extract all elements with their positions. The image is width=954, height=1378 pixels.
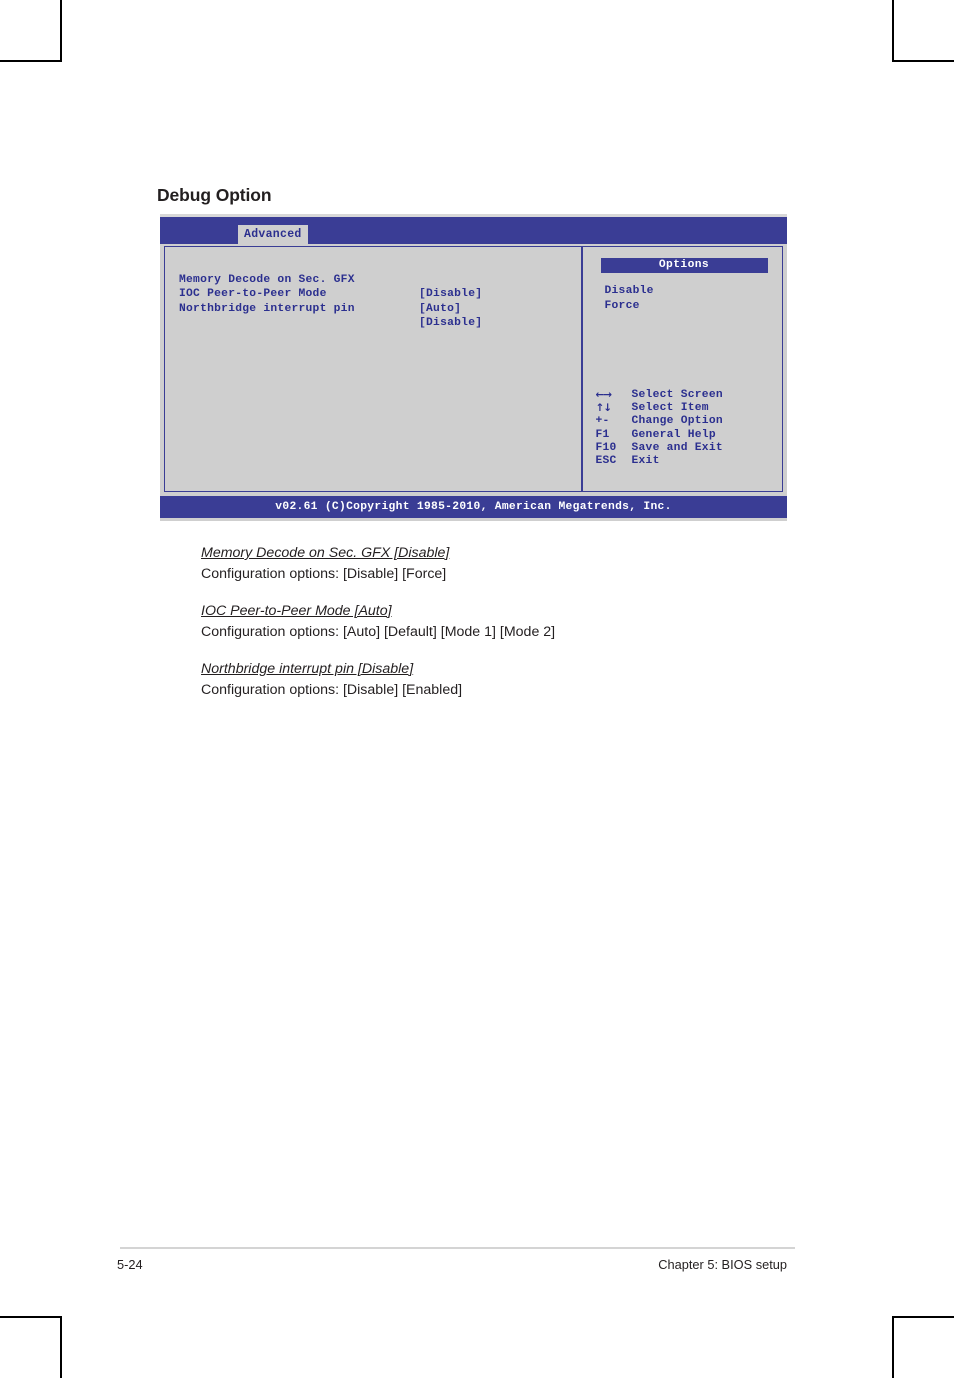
setting-value-northbridge-interrupt-pin[interactable]: [Disable] bbox=[419, 316, 482, 331]
chapter-label: Chapter 5: BIOS setup bbox=[658, 1257, 787, 1272]
document-page: Debug Option Advanced Memory Decode on S… bbox=[0, 0, 954, 1378]
bios-tab-advanced[interactable]: Advanced bbox=[238, 225, 308, 244]
bios-setting-row[interactable]: IOC Peer-to-Peer Mode [Auto] bbox=[179, 273, 569, 315]
bios-settings-pane: Memory Decode on Sec. GFX [Disable] IOC … bbox=[165, 247, 581, 491]
key-hint-label: Select Item bbox=[631, 402, 709, 415]
key-hint-label: Exit bbox=[631, 454, 660, 467]
page-section-heading: Debug Option bbox=[157, 185, 272, 205]
bios-setting-row[interactable]: Northbridge interrupt pin [Disable] bbox=[179, 287, 569, 330]
description-block-ioc-peer-to-peer-mode: IOC Peer-to-Peer Mode [Auto] Configurati… bbox=[201, 601, 761, 643]
setting-value-ioc-peer-to-peer-mode[interactable]: [Auto] bbox=[419, 302, 461, 317]
description-block-memory-decode-sec-gfx: Memory Decode on Sec. GFX [Disable] Conf… bbox=[201, 543, 761, 585]
f1-key-icon: F1 bbox=[595, 428, 610, 441]
f10-key-icon: F10 bbox=[595, 441, 617, 454]
key-hint-label: Save and Exit bbox=[631, 441, 723, 454]
plus-minus-key-icon: +- bbox=[595, 415, 610, 428]
bios-copyright-bar: v02.61 (C)Copyright 1985-2010, American … bbox=[160, 496, 787, 518]
option-item-disable[interactable]: Disable bbox=[605, 284, 654, 299]
option-descriptions: Memory Decode on Sec. GFX [Disable] Conf… bbox=[201, 543, 761, 717]
setting-label-northbridge-interrupt-pin: Northbridge interrupt pin bbox=[179, 302, 355, 315]
bios-settings-list: Memory Decode on Sec. GFX [Disable] IOC … bbox=[179, 258, 569, 330]
key-hint-label: General Help bbox=[631, 428, 716, 441]
description-body: Configuration options: [Disable] [Force] bbox=[201, 566, 447, 582]
page-number: 5-24 bbox=[117, 1257, 143, 1272]
esc-key-icon: ESC bbox=[595, 454, 617, 467]
description-title: Memory Decode on Sec. GFX [Disable] bbox=[201, 545, 450, 561]
options-list: Disable Force bbox=[605, 284, 654, 313]
bios-setting-row[interactable]: Memory Decode on Sec. GFX [Disable] bbox=[179, 258, 569, 301]
options-panel-title: Options bbox=[600, 258, 768, 273]
up-down-arrow-icon: ↑↓ bbox=[595, 402, 613, 415]
bios-content-area: Memory Decode on Sec. GFX [Disable] IOC … bbox=[164, 246, 783, 492]
description-title: Northbridge interrupt pin [Disable] bbox=[201, 661, 414, 677]
left-right-arrow-icon: ←→ bbox=[595, 389, 613, 401]
description-title: IOC Peer-to-Peer Mode [Auto] bbox=[201, 603, 392, 619]
key-hint-label: Change Option bbox=[631, 415, 723, 428]
description-body: Configuration options: [Auto] [Default] … bbox=[201, 624, 556, 640]
bios-setup-screenshot: Advanced Memory Decode on Sec. GFX [Disa… bbox=[160, 214, 787, 521]
description-block-northbridge-interrupt-pin: Northbridge interrupt pin [Disable] Conf… bbox=[201, 659, 761, 701]
footer-divider bbox=[120, 1247, 795, 1249]
bios-help-pane: Options Disable Force ←→ Select Screen ↑… bbox=[583, 247, 781, 491]
option-item-force[interactable]: Force bbox=[605, 299, 654, 314]
description-body: Configuration options: [Disable] [Enable… bbox=[201, 682, 463, 698]
key-hint-label: Select Screen bbox=[631, 389, 723, 401]
